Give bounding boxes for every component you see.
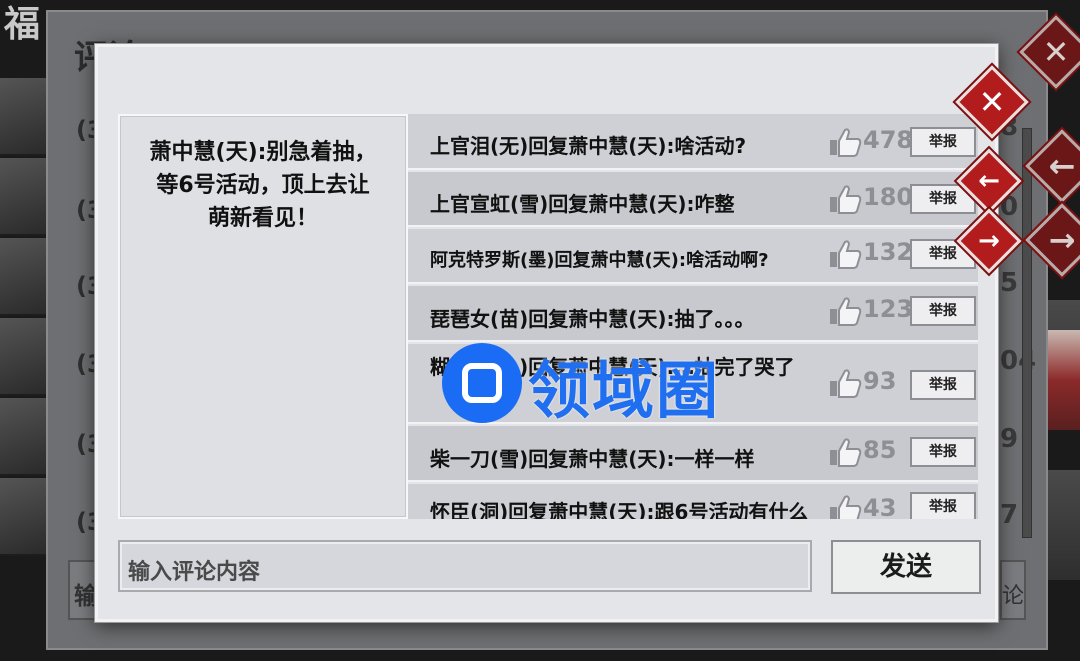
watermark-logo-icon [442, 343, 522, 423]
like-count: 85 [863, 436, 897, 464]
original-comment: 萧中慧(天):别急着抽，等6号活动，顶上去让萌新看见！ [118, 114, 408, 519]
background-send-button: 论 [1000, 560, 1026, 620]
thumbs-up-icon[interactable] [828, 368, 862, 398]
like-count: 478 [863, 126, 914, 154]
reply-item: 柴一刀(雪)回复萧中慧(天):一样一样 85 举报 [408, 426, 978, 482]
reply-list[interactable]: 上官泪(无)回复萧中慧(天):啥活动? 478 举报 上官宣虹(雪)回复萧中慧(… [406, 114, 981, 519]
report-button[interactable]: 举报 [910, 296, 976, 326]
send-button[interactable]: 发送 [831, 540, 981, 594]
background-right-number: 7 [1000, 500, 1019, 530]
reply-text: 上官泪(无)回复萧中慧(天):啥活动? [430, 134, 747, 158]
background-right-number: 9 [1000, 424, 1019, 454]
report-button[interactable]: 举报 [910, 492, 976, 519]
report-button[interactable]: 举报 [910, 127, 976, 157]
thumbs-up-icon[interactable] [828, 239, 862, 269]
like-count: 123 [863, 295, 914, 323]
background-avatar [0, 318, 46, 396]
comment-input[interactable]: 输入评论内容 [118, 540, 812, 592]
reply-text: 上官宣虹(雪)回复萧中慧(天):咋整 [430, 192, 735, 216]
like-count: 93 [863, 367, 897, 395]
thumbs-up-icon[interactable] [828, 437, 862, 467]
background-prev-icon: ← [1048, 147, 1076, 185]
reply-text: 阿克特罗斯(墨)回复萧中慧(天):啥活动啊? [430, 250, 769, 271]
background-close-icon: ✕ [1042, 33, 1070, 71]
reply-item: 阿克特罗斯(墨)回复萧中慧(天):啥活动啊? 132 举报 [408, 229, 978, 284]
thumbs-up-icon[interactable] [828, 494, 862, 519]
background-scrollbar [1022, 128, 1032, 538]
reply-item: 琵琶女(苗)回复萧中慧(天):抽了。。。 123 举报 [408, 286, 978, 342]
background-avatar [0, 158, 46, 236]
background-avatar [0, 478, 46, 556]
background-avatar [0, 78, 46, 156]
reply-text: 琵琶女(苗)回复萧中慧(天):抽了。。。 [430, 307, 755, 331]
background-right-number: 5 [1000, 268, 1019, 298]
like-count: 43 [863, 494, 897, 519]
reply-item: 上官泪(无)回复萧中慧(天):啥活动? 478 举报 [408, 114, 978, 170]
close-icon: ✕ [978, 83, 1006, 121]
background-next-icon: → [1048, 221, 1076, 259]
like-count: 180 [863, 183, 914, 211]
reply-text: 怀臣(洞)回复萧中慧(天):跟6号活动有什么 [430, 500, 809, 519]
report-button[interactable]: 举报 [910, 437, 976, 467]
background-avatar [0, 238, 46, 316]
arrow-right-icon: → [978, 226, 1000, 256]
arrow-left-icon: ← [978, 166, 1000, 196]
thumbs-up-icon[interactable] [828, 127, 862, 157]
like-count: 132 [863, 238, 914, 266]
watermark-text: 领域圈 [528, 354, 721, 427]
background-side-artwork [1048, 330, 1080, 430]
thumbs-up-icon[interactable] [828, 296, 862, 326]
watermark-logo-inner [462, 363, 502, 403]
reply-item: 上官宣虹(雪)回复萧中慧(天):咋整 180 举报 [408, 172, 978, 227]
background-side-strip [1048, 470, 1080, 580]
reply-text: 柴一刀(雪)回复萧中慧(天):一样一样 [430, 447, 755, 471]
reply-item: 怀臣(洞)回复萧中慧(天):跟6号活动有什么 43 举报 [408, 484, 978, 519]
thumbs-up-icon[interactable] [828, 184, 862, 214]
background-avatar [0, 398, 46, 476]
report-button[interactable]: 举报 [910, 370, 976, 400]
comment-dialog: 萧中慧(天):别急着抽，等6号活动，顶上去让萌新看见！ 上官泪(无)回复萧中慧(… [95, 44, 998, 622]
